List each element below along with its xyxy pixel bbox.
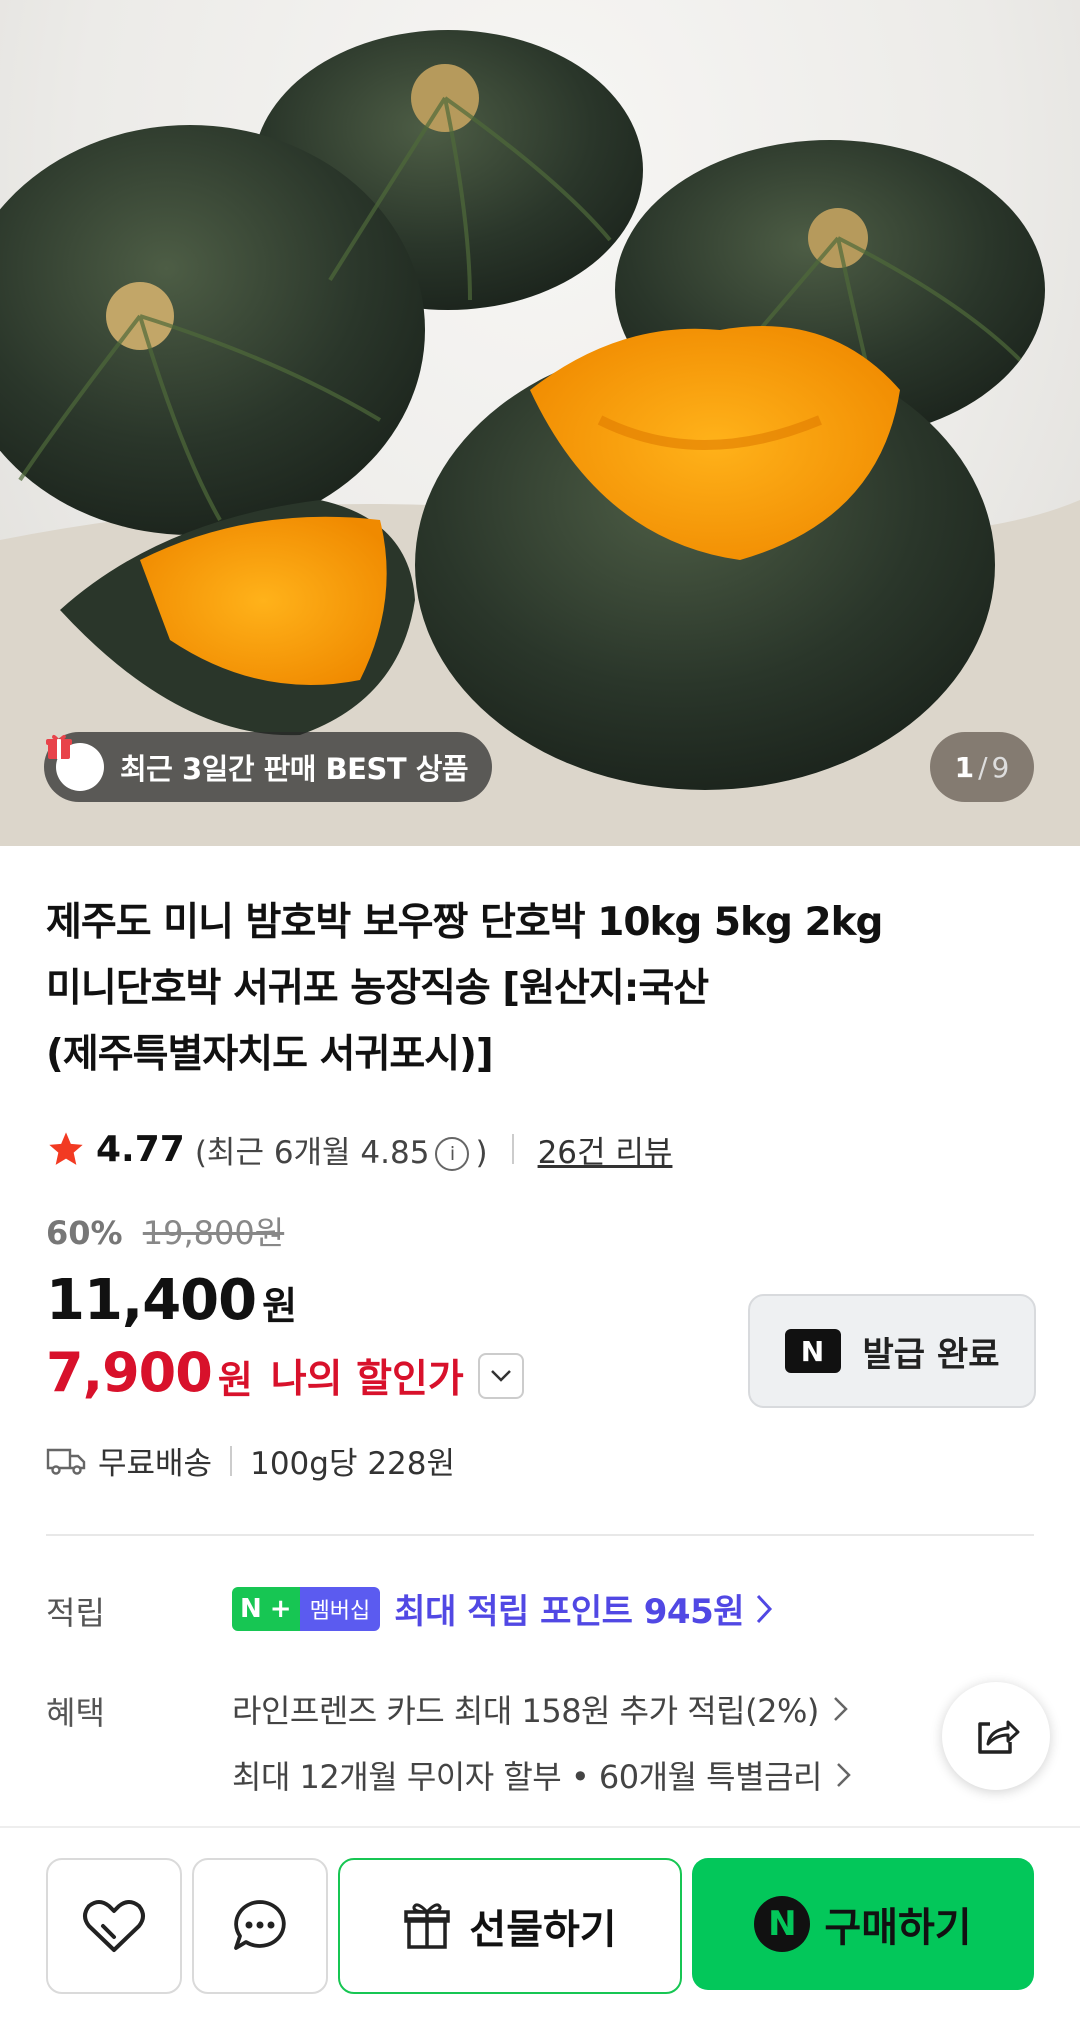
gift-label: 선물하기 — [469, 1907, 617, 1953]
coupon-issued-button[interactable]: N 발급 완료 — [748, 1294, 1036, 1408]
image-counter: 1 / 9 — [930, 732, 1034, 802]
discount-percent: 60% — [46, 1214, 123, 1252]
chevron-right-icon — [756, 1594, 773, 1623]
shipping-text: 무료배송 — [98, 1446, 213, 1482]
product-title-line: (제주특별자치도 서귀포시)] — [46, 1032, 494, 1077]
max-points-text: 최대 적립 포인트 945원 — [394, 1592, 745, 1632]
sale-price-value: 11,400 — [46, 1268, 257, 1333]
unit-price: 100g당 228원 — [250, 1446, 456, 1482]
gift-box-icon — [404, 1903, 451, 1949]
membership-text: 멤버십 — [299, 1586, 381, 1631]
shipping-row: 무료배송 100g당 228원 — [46, 1438, 455, 1483]
points-label: 적립 — [46, 1594, 105, 1632]
benefit-item[interactable]: 라인프렌즈 카드 최대 158원 추가 적립(2%) — [232, 1686, 851, 1732]
best-seller-badge: 최근 3일간 판매 BEST 상품 — [44, 732, 493, 802]
product-title-line: 미니단호박 서귀포 농장직송 [원산지:국산 — [46, 966, 709, 1011]
buy-label: 구매하기 — [824, 1905, 972, 1951]
divider — [230, 1445, 233, 1476]
benefit-text: 라인프렌즈 카드 최대 158원 추가 적립(2%) — [232, 1692, 819, 1730]
product-title-line: 제주도 미니 밤호박 보우짱 단호박 10kg 5kg 2kg — [46, 900, 883, 945]
chat-icon — [234, 1900, 286, 1950]
image-counter-current: 1 — [954, 750, 975, 784]
buy-button[interactable]: N 구매하기 — [692, 1858, 1034, 1990]
share-icon — [978, 1720, 1020, 1754]
pumpkin-photo — [0, 30, 1080, 846]
sale-price: 11,400 원 — [46, 1268, 297, 1333]
product-title: 제주도 미니 밤호박 보우짱 단호박 10kg 5kg 2kg 미니단호박 서귀… — [46, 890, 1036, 1088]
chevron-right-icon — [833, 1697, 848, 1721]
benefit-item[interactable]: 최대 12개월 무이자 할부 • 60개월 특별금리 — [232, 1752, 854, 1798]
my-price-value: 7,900 — [46, 1340, 213, 1404]
sale-price-unit: 원 — [262, 1284, 298, 1328]
gift-button[interactable]: 선물하기 — [338, 1858, 682, 1994]
product-image[interactable]: 최근 3일간 판매 BEST 상품 1 / 9 — [0, 0, 1080, 846]
points-row[interactable]: N + 멤버십 최대 적립 포인트 945원 — [232, 1584, 776, 1633]
heart-icon — [83, 1900, 145, 1952]
rating-score: 4.77 — [96, 1128, 185, 1170]
recent-rating: (최근 6개월 4.85 i) — [194, 1134, 488, 1171]
coupon-label: 발급 완료 — [862, 1334, 1000, 1375]
review-link[interactable]: 26건 리뷰 — [538, 1127, 673, 1172]
benefits-label: 혜택 — [46, 1694, 105, 1732]
wishlist-button[interactable] — [46, 1858, 182, 1994]
discount-row: 60% 19,800원 — [46, 1208, 284, 1254]
section-divider — [46, 1534, 1034, 1536]
my-price-label: 나의 할인가 — [270, 1357, 464, 1402]
membership-n: N — [232, 1586, 270, 1631]
share-button[interactable] — [942, 1682, 1050, 1790]
chat-button[interactable] — [192, 1858, 328, 1994]
chevron-down-icon[interactable] — [477, 1353, 524, 1399]
naver-n-icon: N — [784, 1329, 841, 1373]
benefit-text: 최대 12개월 무이자 할부 • 60개월 특별금리 — [232, 1758, 822, 1796]
membership-badge: N + 멤버십 — [232, 1586, 381, 1631]
naver-pay-icon: N — [754, 1896, 811, 1952]
chevron-right-icon — [837, 1763, 851, 1787]
best-seller-text: 최근 3일간 판매 BEST 상품 — [120, 752, 469, 786]
truck-icon — [46, 1448, 86, 1475]
info-icon[interactable]: i — [435, 1137, 470, 1171]
gift-icon — [46, 734, 104, 791]
image-counter-separator: / — [978, 750, 988, 784]
divider — [511, 1134, 514, 1164]
rating-row: 4.77 (최근 6개월 4.85 i) 26건 리뷰 — [46, 1124, 672, 1174]
membership-plus: + — [269, 1586, 300, 1631]
my-price-unit: 원 — [217, 1357, 253, 1402]
image-counter-total: 9 — [991, 750, 1010, 784]
star-icon — [49, 1132, 83, 1165]
my-discount-price[interactable]: 7,900 원 나의 할인가 — [46, 1340, 524, 1404]
original-price: 19,800원 — [142, 1214, 285, 1252]
